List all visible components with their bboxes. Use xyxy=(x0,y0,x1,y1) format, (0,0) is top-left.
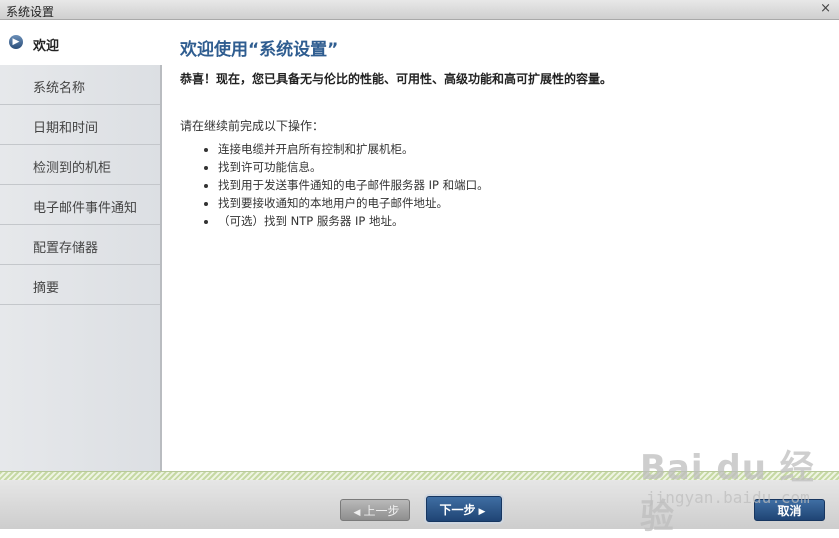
sidebar-item-label: 检测到的机柜 xyxy=(33,161,112,176)
divider xyxy=(0,471,839,480)
sidebar-item-detected-enclosures[interactable]: 检测到的机柜 xyxy=(0,145,160,185)
triangle-left-icon: ◀ xyxy=(353,508,361,518)
footer-bar: ◀ 上一步 下一步 ▶ 取消 xyxy=(0,480,839,529)
next-button[interactable]: 下一步 ▶ xyxy=(426,496,502,522)
sidebar-item-configure-storage[interactable]: 配置存储器 xyxy=(0,225,160,265)
list-item: 找到用于发送事件通知的电子邮件服务器 IP 和端口。 xyxy=(218,176,489,194)
cancel-button[interactable]: 取消 xyxy=(754,499,825,521)
list-item: 连接电缆并开启所有控制和扩展机柜。 xyxy=(218,140,489,158)
cancel-button-label: 取消 xyxy=(777,504,802,518)
sidebar-item-welcome[interactable]: ▶ 欢迎 xyxy=(0,21,162,65)
page-title: 欢迎使用“系统设置” xyxy=(180,40,339,60)
arrow-right-circle-icon: ▶ xyxy=(9,35,23,49)
list-item: （可选）找到 NTP 服务器 IP 地址。 xyxy=(218,212,489,230)
main-panel: 欢迎使用“系统设置” 恭喜！现在，您已具备无与伦比的性能、可用性、高级功能和高可… xyxy=(164,21,839,471)
congrats-text: 恭喜！现在，您已具备无与伦比的性能、可用性、高级功能和高可扩展性的容量。 xyxy=(180,72,613,86)
steps-list: 连接电缆并开启所有控制和扩展机柜。 找到许可功能信息。 找到用于发送事件通知的电… xyxy=(180,140,489,230)
sidebar: ▶ 欢迎 系统名称 日期和时间 检测到的机柜 电子邮件事件通知 配置存储器 摘要 xyxy=(0,21,162,471)
title-bar: 系统设置 × xyxy=(0,0,839,20)
sidebar-item-label: 配置存储器 xyxy=(33,241,99,256)
previous-button[interactable]: ◀ 上一步 xyxy=(340,499,410,521)
intro-text: 请在继续前完成以下操作： xyxy=(180,119,325,133)
window-title: 系统设置 xyxy=(6,5,55,19)
list-item: 找到许可功能信息。 xyxy=(218,158,489,176)
previous-button-label: 上一步 xyxy=(363,504,400,518)
sidebar-item-label: 电子邮件事件通知 xyxy=(33,201,138,216)
next-button-label: 下一步 xyxy=(439,503,476,517)
sidebar-item-label: 日期和时间 xyxy=(33,121,99,136)
sidebar-item-email-notifications[interactable]: 电子邮件事件通知 xyxy=(0,185,160,225)
triangle-right-icon: ▶ xyxy=(478,507,486,517)
sidebar-item-label: 摘要 xyxy=(33,281,60,296)
sidebar-item-system-name[interactable]: 系统名称 xyxy=(0,65,160,105)
sidebar-item-label: 系统名称 xyxy=(33,81,86,96)
close-icon[interactable]: × xyxy=(820,1,831,16)
sidebar-item-label: 欢迎 xyxy=(33,39,60,54)
sidebar-item-summary[interactable]: 摘要 xyxy=(0,265,160,305)
sidebar-item-date-time[interactable]: 日期和时间 xyxy=(0,105,160,145)
list-item: 找到要接收通知的本地用户的电子邮件地址。 xyxy=(218,194,489,212)
